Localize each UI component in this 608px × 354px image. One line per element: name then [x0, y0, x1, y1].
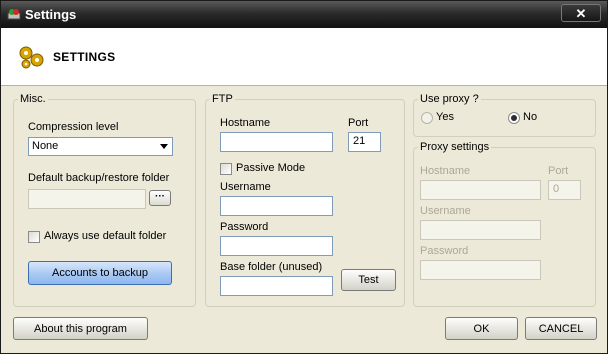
browse-folder-button[interactable]: ···	[149, 190, 171, 206]
test-button[interactable]: Test	[341, 269, 396, 291]
ftp-username-input[interactable]	[220, 196, 333, 216]
ftp-port-label: Port	[348, 117, 369, 129]
passive-mode-label: Passive Mode	[236, 162, 306, 174]
about-button-label: About this program	[34, 322, 127, 335]
accounts-to-backup-button[interactable]: Accounts to backup	[28, 261, 172, 285]
proxy-username-label: Username	[420, 205, 471, 217]
passive-mode-checkbox[interactable]	[220, 163, 232, 175]
close-button[interactable]: ✕	[561, 4, 601, 22]
ok-button-label: OK	[473, 322, 490, 335]
ftp-hostname-input[interactable]	[220, 132, 333, 152]
gears-icon	[19, 46, 44, 69]
ftp-username-label: Username	[220, 181, 271, 193]
ftp-hostname-label: Hostname	[220, 117, 271, 129]
ftp-password-label: Password	[220, 221, 269, 233]
radio-selected-dot	[511, 115, 517, 121]
proxy-settings-legend: Proxy settings	[418, 141, 492, 153]
proxy-hostname-input[interactable]	[420, 180, 541, 200]
app-icon	[7, 9, 21, 20]
cancel-button[interactable]: CANCEL	[525, 317, 597, 340]
proxy-no-radio[interactable]	[508, 112, 520, 124]
proxy-port-label: Port	[548, 165, 569, 177]
proxy-yes-label: Yes	[436, 111, 454, 123]
base-folder-input[interactable]	[220, 276, 333, 296]
proxy-yes-radio[interactable]	[421, 112, 433, 124]
compression-level-label: Compression level	[28, 121, 119, 133]
backup-folder-label: Default backup/restore folder	[28, 172, 170, 184]
proxy-no-label: No	[523, 111, 538, 123]
ok-button[interactable]: OK	[445, 317, 518, 340]
always-default-folder-label: Always use default folder	[44, 230, 167, 242]
window-title: Settings	[25, 7, 77, 22]
compression-level-value: None	[32, 140, 59, 152]
header-banner: SETTINGS	[1, 28, 607, 86]
title-bar[interactable]: Settings ✕	[1, 1, 607, 28]
settings-window: Settings ✕ SETTINGS Misc. Compression le…	[0, 0, 608, 354]
proxy-password-label: Password	[420, 245, 469, 257]
proxy-username-input[interactable]	[420, 220, 541, 240]
proxy-password-input[interactable]	[420, 260, 541, 280]
cancel-button-label: CANCEL	[538, 322, 584, 335]
ftp-port-input[interactable]: 21	[348, 132, 381, 152]
ftp-password-input[interactable]	[220, 236, 333, 256]
accounts-to-backup-label: Accounts to backup	[51, 267, 148, 279]
about-button[interactable]: About this program	[13, 317, 148, 340]
backup-folder-input[interactable]	[28, 189, 146, 209]
proxy-port-input[interactable]: 0	[548, 180, 581, 200]
test-button-label: Test	[358, 274, 379, 286]
misc-legend: Misc.	[18, 93, 48, 105]
use-proxy-legend: Use proxy ?	[418, 93, 481, 105]
proxy-hostname-label: Hostname	[420, 165, 471, 177]
close-icon: ✕	[575, 6, 587, 21]
base-folder-label: Base folder (unused)	[220, 261, 323, 273]
chevron-down-icon	[160, 144, 168, 149]
compression-level-select[interactable]: None	[28, 137, 173, 156]
ftp-legend: FTP	[210, 93, 235, 105]
always-default-folder-checkbox[interactable]	[28, 231, 40, 243]
page-title: SETTINGS	[53, 50, 116, 64]
